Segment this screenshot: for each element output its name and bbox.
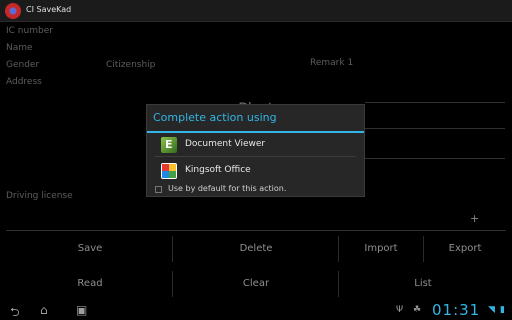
action-bar: CI SaveKad xyxy=(0,0,512,22)
section-divider xyxy=(6,230,506,231)
button-divider xyxy=(338,236,339,262)
import-button[interactable]: Import xyxy=(340,235,422,263)
wifi-icon: ◥ xyxy=(488,305,495,315)
option-document-viewer[interactable]: Document Viewer xyxy=(147,133,364,157)
address-label: Address xyxy=(6,77,42,87)
option-label: Document Viewer xyxy=(185,139,266,149)
field-divider xyxy=(365,128,505,129)
gender-label: Gender xyxy=(6,60,40,70)
name-label: Name xyxy=(6,43,33,53)
clock: 01:31 xyxy=(432,301,481,319)
field-divider xyxy=(365,158,505,159)
add-license-button[interactable]: + xyxy=(470,212,479,225)
android-debug-icon: ☘ xyxy=(413,305,422,315)
back-icon[interactable]: ⮌ xyxy=(10,303,20,320)
system-bar: ⮌ ⌂ ▣ Ψ ☘ 01:31 ◥ ▮ xyxy=(0,300,512,320)
delete-button[interactable]: Delete xyxy=(174,235,338,263)
battery-icon: ▮ xyxy=(500,305,505,315)
complete-action-dialog: Complete action using Document Viewer Ki… xyxy=(146,104,365,197)
document-viewer-icon xyxy=(161,137,177,153)
clear-button[interactable]: Clear xyxy=(174,270,338,298)
list-button[interactable]: List xyxy=(340,270,506,298)
field-divider xyxy=(365,102,505,103)
option-label: Kingsoft Office xyxy=(185,165,251,175)
use-default-label: Use by default for this action. xyxy=(168,184,287,193)
app-title: CI SaveKad xyxy=(26,5,72,14)
option-divider xyxy=(155,156,356,157)
app-logo-icon[interactable] xyxy=(5,3,21,19)
button-divider xyxy=(338,271,339,297)
recent-apps-icon[interactable]: ▣ xyxy=(76,303,87,317)
use-default-checkbox[interactable] xyxy=(155,186,162,193)
button-divider xyxy=(172,236,173,262)
export-button[interactable]: Export xyxy=(424,235,506,263)
usb-icon: Ψ xyxy=(396,305,404,315)
save-button[interactable]: Save xyxy=(10,235,170,263)
driving-license-label: Driving license xyxy=(6,191,73,201)
kingsoft-office-icon xyxy=(161,163,177,179)
home-icon[interactable]: ⌂ xyxy=(40,303,48,317)
ic-number-label: IC number xyxy=(6,26,53,36)
button-divider xyxy=(172,271,173,297)
remark-label: Remark 1 xyxy=(310,58,354,68)
option-kingsoft-office[interactable]: Kingsoft Office xyxy=(147,159,364,183)
dialog-title: Complete action using xyxy=(153,111,277,124)
read-button[interactable]: Read xyxy=(10,270,170,298)
citizenship-label: Citizenship xyxy=(106,60,156,70)
